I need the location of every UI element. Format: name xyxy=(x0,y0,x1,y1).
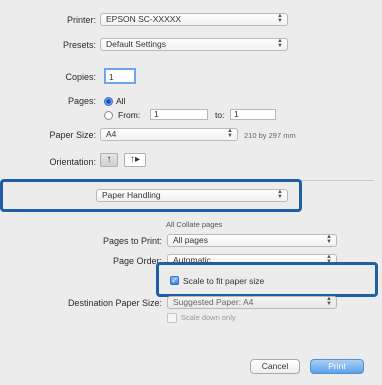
printer-label: Printer: xyxy=(66,15,96,25)
pages-range-radio[interactable] xyxy=(104,111,113,120)
destination-paper-size-label: Destination Paper Size: xyxy=(67,298,162,308)
portrait-orientation-button[interactable]: ↑ xyxy=(100,153,118,167)
pages-to-print-popup[interactable]: All pages ▲ ▼ xyxy=(167,234,337,247)
printer-value: EPSON SC-XXXXX xyxy=(106,14,182,24)
scale-down-only-checkbox[interactable] xyxy=(167,313,177,323)
paper-size-label: Paper Size: xyxy=(49,130,96,140)
popup-arrows-icon: ▲ ▼ xyxy=(277,38,283,49)
presets-popup[interactable]: Default Settings ▲ ▼ xyxy=(100,38,288,51)
scale-down-only-label: Scale down only xyxy=(181,313,236,322)
pages-to-print-label: Pages to Print: xyxy=(102,236,162,246)
pages-from-label: From: xyxy=(118,110,141,120)
paper-size-popup[interactable]: A4 ▲ ▼ xyxy=(100,128,238,141)
popup-arrows-icon: ▲ ▼ xyxy=(277,13,283,24)
print-dialog: Printer: EPSON SC-XXXXX ▲ ▼ Presets: Defa… xyxy=(0,0,382,385)
section-highlight xyxy=(0,179,302,212)
presets-value: Default Settings xyxy=(106,39,167,49)
pages-to-label: to: xyxy=(215,110,225,120)
copies-field[interactable]: 1 xyxy=(104,68,136,84)
collate-value: All Collate pages xyxy=(166,220,223,229)
pages-all-radio[interactable] xyxy=(104,97,113,106)
paper-size-dimensions: 210 by 297 mm xyxy=(244,131,296,140)
copies-label: Copies: xyxy=(65,72,96,82)
pages-label: Pages: xyxy=(67,96,96,106)
landscape-orientation-button[interactable]: ↑▸ xyxy=(124,153,146,167)
printer-popup[interactable]: EPSON SC-XXXXX ▲ ▼ xyxy=(100,13,288,26)
orientation-label: Orientation: xyxy=(49,157,96,167)
pages-to-print-value: All pages xyxy=(173,235,208,245)
paper-size-value: A4 xyxy=(106,129,117,139)
landscape-icon: ↑▸ xyxy=(129,154,141,165)
scale-to-fit-highlight xyxy=(156,262,378,297)
popup-arrows-icon: ▲ ▼ xyxy=(326,234,332,245)
cancel-button[interactable]: Cancel xyxy=(250,359,300,374)
popup-arrows-icon: ▲ ▼ xyxy=(326,296,332,307)
pages-to-field[interactable]: 1 xyxy=(230,109,276,120)
destination-paper-size-popup[interactable]: Suggested Paper: A4 ▲ ▼ xyxy=(167,296,337,309)
presets-label: Presets: xyxy=(62,40,96,50)
pages-from-field[interactable]: 1 xyxy=(150,109,208,120)
print-button[interactable]: Print xyxy=(310,359,364,374)
page-order-label: Page Order: xyxy=(112,256,162,266)
portrait-icon: ↑ xyxy=(106,154,112,165)
pages-all-label: All xyxy=(116,96,126,106)
destination-paper-size-value: Suggested Paper: A4 xyxy=(173,297,254,307)
popup-arrows-icon: ▲ ▼ xyxy=(227,128,233,139)
